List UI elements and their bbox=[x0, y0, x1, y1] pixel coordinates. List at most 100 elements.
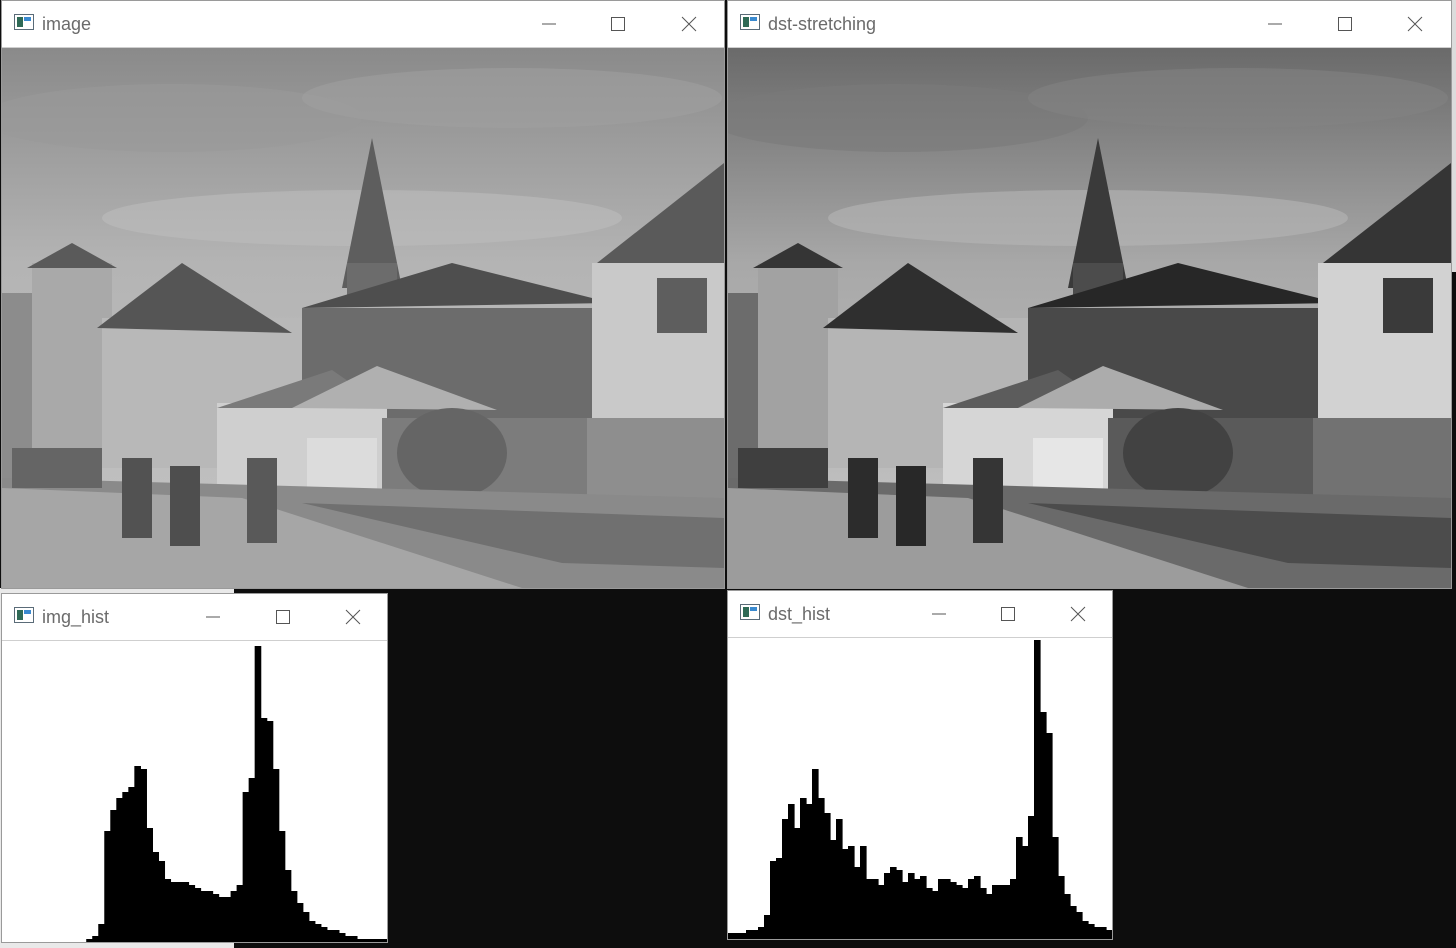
histogram-bar bbox=[1046, 733, 1053, 939]
minimize-button[interactable] bbox=[190, 594, 236, 640]
maximize-button[interactable] bbox=[985, 591, 1031, 637]
histogram-bar bbox=[110, 810, 117, 942]
window-title: dst_hist bbox=[768, 604, 831, 624]
dst-histogram bbox=[728, 638, 1112, 939]
histogram-bar bbox=[944, 879, 951, 939]
histogram-bar bbox=[242, 792, 250, 942]
maximize-icon bbox=[1001, 607, 1015, 621]
histogram-bar bbox=[818, 798, 825, 939]
histogram-bar bbox=[356, 939, 364, 942]
image-window: image bbox=[1, 0, 725, 589]
histogram-bar bbox=[926, 888, 933, 939]
histogram-bar bbox=[998, 885, 1005, 939]
histogram-bar bbox=[104, 831, 111, 942]
histogram-bar bbox=[170, 882, 178, 942]
histogram-bar bbox=[368, 939, 376, 942]
histogram-bar bbox=[116, 798, 123, 942]
histogram-bar bbox=[950, 882, 957, 939]
histogram-bar bbox=[308, 921, 316, 942]
histogram-bar bbox=[938, 879, 945, 939]
histogram-bar bbox=[1058, 876, 1065, 939]
histogram-bar bbox=[290, 891, 298, 942]
app-window-icon bbox=[740, 14, 760, 30]
histogram-bar bbox=[812, 769, 819, 939]
close-button[interactable] bbox=[330, 594, 376, 640]
close-button[interactable] bbox=[666, 1, 712, 47]
histogram-bar bbox=[1076, 912, 1083, 939]
histogram-bar bbox=[728, 933, 735, 939]
histogram-bar bbox=[230, 891, 238, 942]
histogram-bar bbox=[224, 897, 232, 942]
histogram-bar bbox=[848, 846, 855, 939]
histogram-bar bbox=[800, 798, 807, 939]
minimize-icon bbox=[932, 613, 946, 615]
histogram-bar bbox=[374, 939, 382, 942]
histogram-bar bbox=[956, 885, 963, 939]
histogram-bar bbox=[1070, 906, 1077, 939]
background-window-edge bbox=[1452, 0, 1456, 272]
maximize-button[interactable] bbox=[260, 594, 306, 640]
title-bar[interactable]: image bbox=[2, 1, 724, 48]
histogram-bar bbox=[350, 936, 358, 942]
histogram-bar bbox=[878, 885, 885, 939]
histogram-bar bbox=[872, 879, 879, 939]
dst-stretching-window: dst-stretching bbox=[727, 0, 1452, 589]
dst-hist-window: dst_hist bbox=[727, 590, 1113, 940]
window-title: image bbox=[42, 14, 92, 34]
histogram-bar bbox=[98, 924, 105, 942]
histogram-bar bbox=[86, 939, 93, 942]
histogram-bar bbox=[1082, 921, 1089, 939]
histogram-bar bbox=[914, 879, 921, 939]
histogram-bar bbox=[908, 873, 915, 939]
histogram-bar bbox=[266, 721, 274, 942]
histogram-bar bbox=[782, 819, 789, 939]
close-icon bbox=[681, 16, 697, 32]
histogram-bar bbox=[344, 936, 352, 942]
histogram-bar bbox=[806, 804, 813, 939]
title-bar[interactable]: dst_hist bbox=[728, 591, 1112, 638]
histogram-bar bbox=[902, 882, 909, 939]
minimize-button[interactable] bbox=[1252, 1, 1298, 47]
histogram-bar bbox=[788, 804, 795, 939]
histogram-bar bbox=[380, 939, 387, 942]
minimize-button[interactable] bbox=[916, 591, 962, 637]
title-bar[interactable]: img_hist bbox=[2, 594, 387, 641]
minimize-icon bbox=[206, 616, 220, 618]
histogram-bar bbox=[932, 891, 939, 939]
histogram-bar bbox=[734, 933, 741, 939]
close-button[interactable] bbox=[1392, 1, 1438, 47]
histogram-bar bbox=[968, 879, 975, 939]
image-canvas bbox=[728, 48, 1451, 588]
histogram-bar bbox=[254, 646, 262, 942]
histogram-bar bbox=[746, 930, 753, 939]
title-bar[interactable]: dst-stretching bbox=[728, 1, 1451, 48]
maximize-button[interactable] bbox=[1322, 1, 1368, 47]
histogram-bar bbox=[752, 930, 759, 939]
maximize-icon bbox=[611, 17, 625, 31]
histogram-bar bbox=[1034, 640, 1041, 939]
histogram-bar bbox=[206, 891, 214, 942]
app-window-icon bbox=[740, 604, 760, 620]
maximize-icon bbox=[1338, 17, 1352, 31]
minimize-button[interactable] bbox=[526, 1, 572, 47]
histogram-bar bbox=[362, 939, 370, 942]
histogram-bar bbox=[1016, 837, 1023, 939]
close-icon bbox=[1070, 606, 1086, 622]
histogram-bar bbox=[122, 792, 129, 942]
close-button[interactable] bbox=[1055, 591, 1101, 637]
histogram-bar bbox=[764, 915, 771, 939]
histogram-bar bbox=[794, 828, 801, 939]
histogram-bar bbox=[758, 927, 765, 939]
histogram-bar bbox=[236, 885, 244, 942]
histogram-bar bbox=[1088, 924, 1095, 939]
street-photo-original bbox=[2, 48, 724, 588]
histogram-bar bbox=[1094, 927, 1101, 939]
street-photo-stretched bbox=[728, 48, 1451, 588]
maximize-button[interactable] bbox=[595, 1, 641, 47]
histogram-bar bbox=[320, 927, 328, 942]
histogram-bar bbox=[284, 870, 292, 942]
minimize-icon bbox=[542, 23, 556, 25]
close-icon bbox=[345, 609, 361, 625]
histogram-bar bbox=[866, 879, 873, 939]
img-hist-window: img_hist bbox=[1, 593, 388, 943]
